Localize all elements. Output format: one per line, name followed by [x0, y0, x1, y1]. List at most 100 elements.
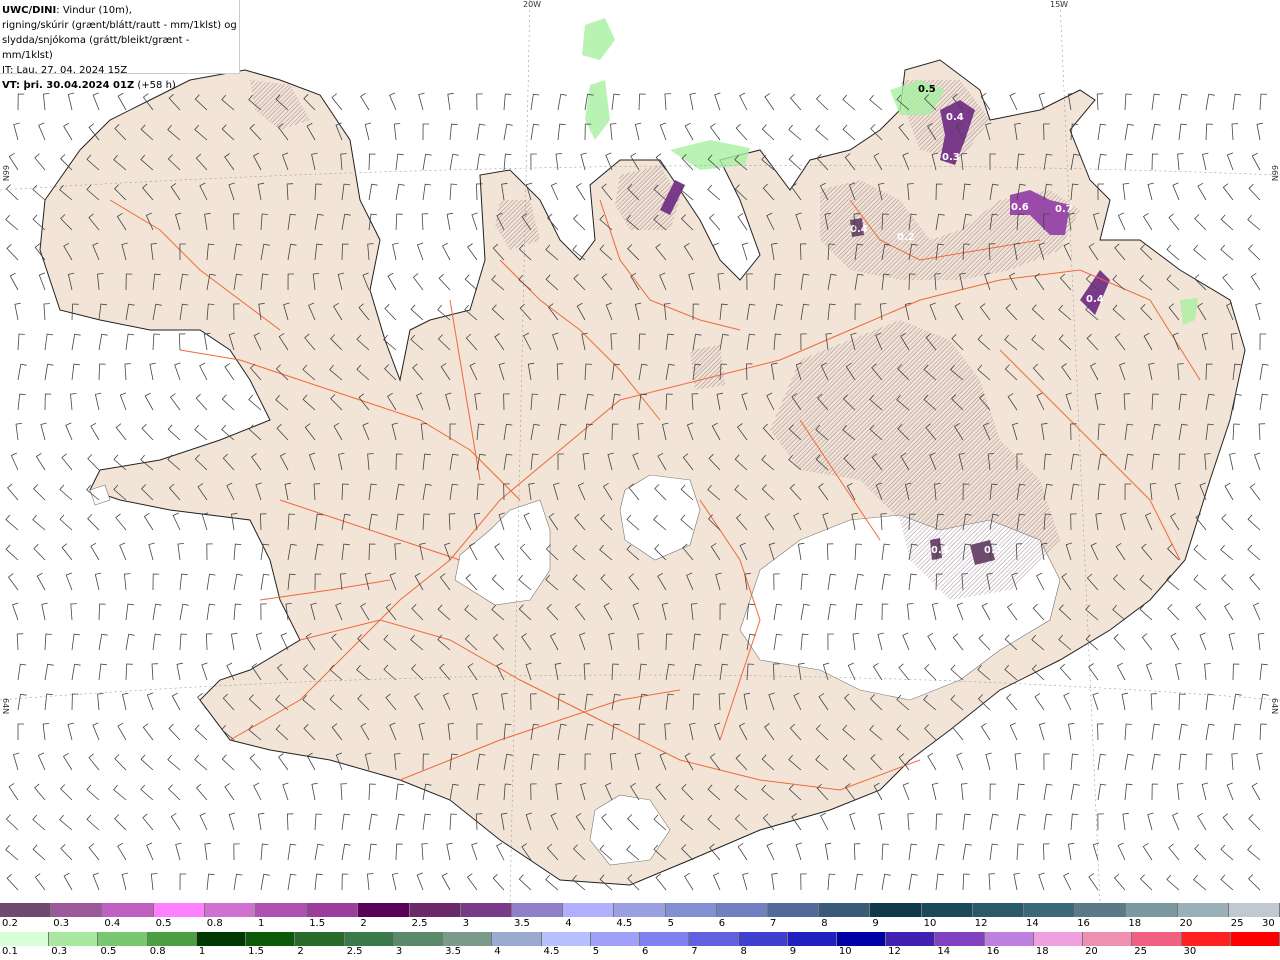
wind-barb	[412, 273, 424, 291]
wind-barb	[1247, 214, 1261, 231]
wind-barb	[1070, 753, 1079, 771]
wind-barb	[233, 603, 242, 621]
wind-barb	[151, 663, 159, 681]
wind-barb	[1220, 874, 1234, 891]
rain-patch-2	[585, 80, 610, 140]
wind-barb	[985, 752, 992, 771]
legend-label: 20	[1179, 918, 1193, 929]
wind-barb	[340, 783, 347, 801]
wind-barb	[742, 872, 749, 891]
wind-barb	[94, 392, 102, 411]
wind-barb	[286, 813, 294, 831]
forecast-info-box: UWC/DINI: Vindur (10m), rigning/skúrir (…	[0, 0, 240, 91]
wind-barb	[87, 454, 100, 471]
wind-barb	[714, 92, 721, 111]
forecast-map[interactable]: 0.5 0.4 0.3 0.6 0.7 0.4 0.4 0.3 0.3 0.2 …	[0, 0, 1280, 902]
init-time: IT: Lau. 27. 04. 2024 15Z	[2, 65, 128, 76]
wind-barb	[117, 842, 127, 861]
wind-barb	[1113, 633, 1126, 651]
wind-barb	[1145, 662, 1153, 681]
wind-barb	[1151, 93, 1161, 111]
wind-barb	[61, 453, 73, 471]
wind-barb	[1016, 843, 1025, 861]
wind-barb	[395, 183, 405, 201]
wind-barb	[122, 692, 129, 711]
legend-swatch	[443, 932, 493, 946]
legend-swatch	[344, 932, 394, 946]
wind-barb	[117, 722, 127, 741]
legend-swatch	[512, 903, 564, 917]
wind-barb	[1168, 843, 1180, 861]
wind-barb	[34, 783, 46, 801]
wind-barb	[125, 603, 134, 621]
legend-label: 16	[986, 946, 1000, 957]
wind-barb	[71, 663, 81, 681]
legend-label: 25	[1230, 918, 1244, 929]
wind-barb	[1248, 183, 1261, 201]
wind-barb	[771, 872, 778, 891]
wind-barb	[1197, 812, 1207, 831]
legend-label: 4.5	[616, 918, 633, 929]
wind-barb	[659, 122, 667, 141]
wind-barb	[86, 784, 100, 801]
wind-barb	[980, 722, 991, 741]
wind-barb	[530, 123, 540, 141]
wind-barb	[395, 783, 404, 801]
wind-barb	[575, 182, 586, 201]
wind-barb	[44, 633, 52, 651]
wind-barb	[761, 124, 775, 141]
wind-barb	[741, 242, 749, 261]
wind-barb	[1226, 782, 1234, 801]
wind-barb	[114, 754, 127, 771]
wind-barb	[908, 843, 918, 861]
wind-barb	[1194, 844, 1207, 861]
legend-snow-colorbar	[0, 903, 1280, 917]
wind-barb	[466, 873, 478, 891]
wind-barb	[1016, 813, 1026, 831]
map-value-label: 0.4	[850, 224, 868, 235]
wind-barb	[962, 813, 971, 831]
wind-barb	[550, 182, 559, 201]
wind-barb	[92, 872, 100, 891]
legend-label: 12	[888, 946, 901, 957]
wind-barb	[416, 242, 424, 261]
wind-barb	[17, 663, 27, 681]
wind-barb	[142, 723, 154, 741]
wind-barb	[1259, 393, 1269, 411]
wind-barb	[449, 813, 457, 831]
wind-barb	[1122, 183, 1130, 201]
wind-barb	[5, 814, 19, 831]
legend-swatch	[49, 932, 99, 946]
wind-barb	[610, 123, 617, 141]
wind-barb	[65, 572, 73, 591]
info-line-2: rigning/skúrir (grænt/blátt/rautt - mm/1…	[2, 20, 237, 31]
wind-barb	[10, 452, 19, 471]
map-value-label: 0.5	[918, 84, 936, 95]
wind-barb	[655, 873, 667, 891]
wind-barb	[956, 752, 964, 771]
wind-barb	[881, 843, 889, 861]
wind-barb	[146, 692, 154, 711]
wind-barb	[260, 873, 270, 891]
wind-barb	[881, 873, 891, 891]
wind-barb	[1204, 663, 1211, 681]
wind-barb	[1013, 872, 1020, 891]
wind-barb	[114, 814, 127, 831]
wind-barb	[1166, 874, 1180, 891]
wind-barb	[422, 183, 432, 201]
wind-barb	[97, 693, 104, 711]
legend-label: 0.3	[51, 946, 68, 957]
legend-label: 4.5	[543, 946, 560, 957]
wind-barb	[1259, 333, 1267, 351]
wind-barb	[1014, 753, 1021, 771]
legend-swatch	[102, 903, 154, 917]
wind-barb	[140, 784, 154, 801]
wind-barb	[119, 392, 127, 411]
wind-barb	[32, 184, 46, 201]
wind-barb	[1247, 844, 1261, 861]
wind-barb	[98, 603, 106, 621]
legend-snow-labels: 0.2 0.3 0.4 0.5 0.8 1 1.5 2 2.5 3 3.5 4 4.5 5 6 7 8 9 10 12…	[0, 918, 1280, 932]
wind-barb	[530, 93, 540, 111]
wind-barb	[902, 782, 910, 801]
wind-barb	[1193, 874, 1207, 891]
